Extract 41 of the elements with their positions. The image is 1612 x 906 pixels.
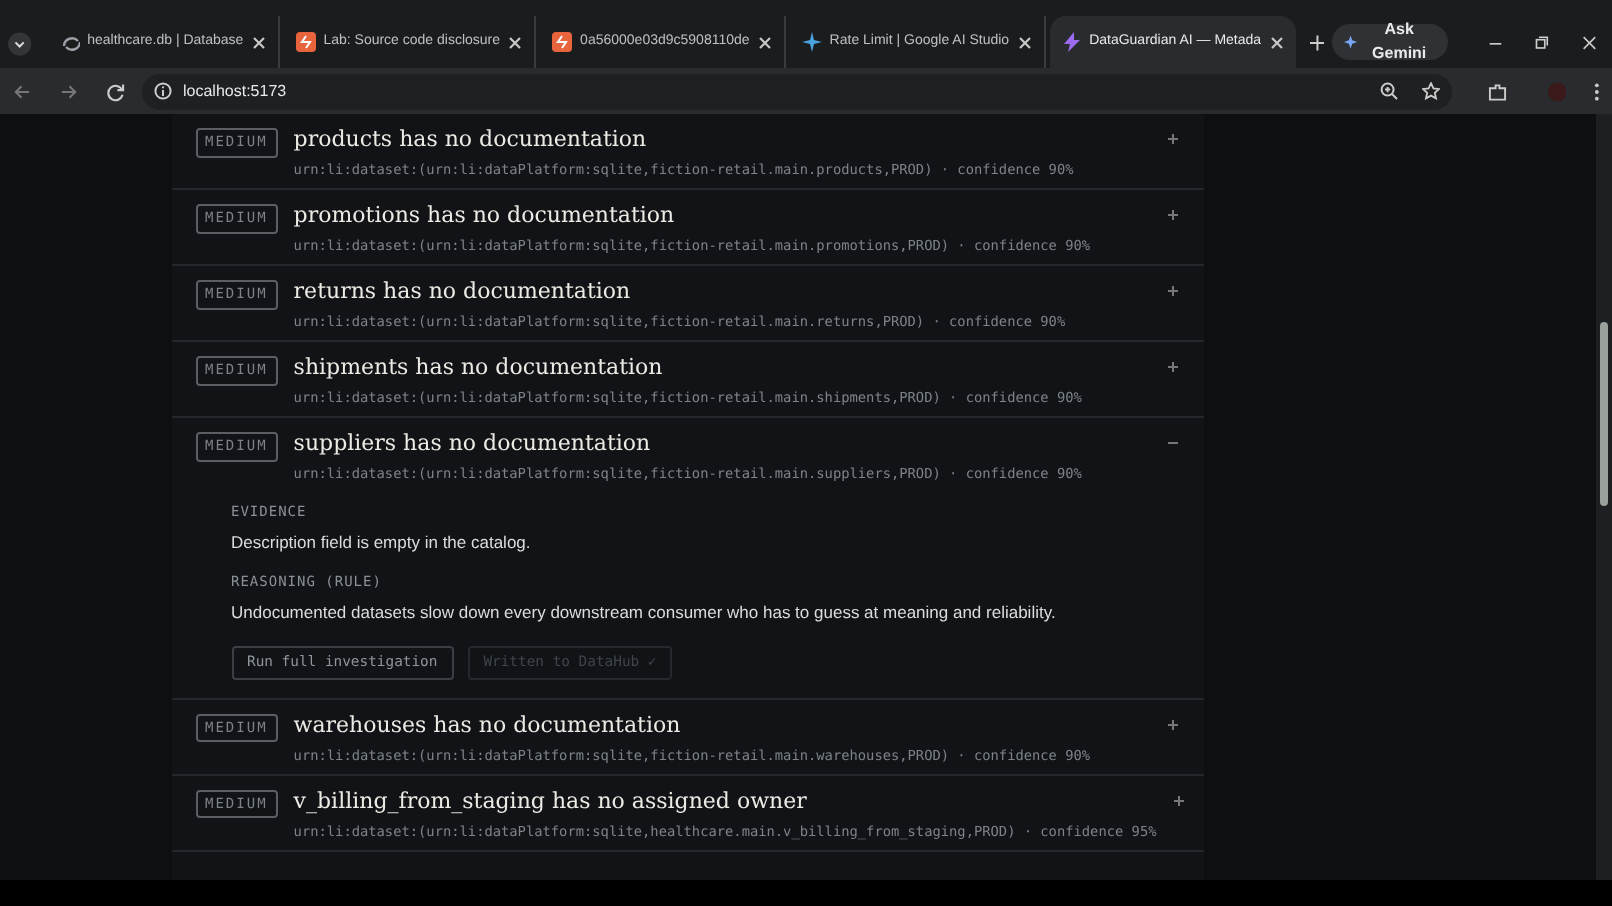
close-icon[interactable] [1017,35,1032,49]
close-icon[interactable] [1581,34,1596,52]
sparkle-icon [1344,34,1358,50]
evidence-text: Description field is empty in the catalog. [231,529,533,555]
sync-icon [59,32,80,52]
url-text: localhost:5173 [183,79,289,103]
collapse-icon[interactable] [1165,436,1179,450]
bolt-icon [1061,32,1082,52]
finding-title: products has no documentation [293,124,649,154]
expand-icon[interactable] [1165,284,1179,298]
close-icon[interactable] [757,35,772,49]
ask-gemini-button[interactable]: Ask Gemini [1332,24,1448,60]
extensions-icon[interactable] [1488,81,1508,101]
tab-list-icon[interactable] [8,30,32,58]
expand-icon[interactable] [1165,208,1179,222]
scrollbar[interactable] [1596,114,1612,880]
reasoning-text: Undocumented datasets slow down every downstream consumer who has to guess at meaning and reliability. [231,599,1058,625]
finding-title: warehouses has no documentation [293,709,683,739]
finding-title: v_billing_from_staging has no assigned owner [293,785,809,815]
restore-icon[interactable] [1534,34,1550,52]
new-tab-icon[interactable] [1309,34,1325,52]
info-icon[interactable] [153,82,171,100]
finding-title: shipments has no documentation [293,352,665,382]
expand-icon[interactable] [1165,132,1179,146]
finding-title: promotions has no documentation [293,200,677,230]
close-icon[interactable] [251,35,266,49]
zoom-icon[interactable] [1380,82,1399,100]
expand-icon[interactable] [1165,360,1179,374]
expand-icon[interactable] [1172,793,1187,807]
sparkle-icon [801,32,822,52]
finding-title: suppliers has no documentation [293,428,653,458]
finding-title: returns has no documentation [293,276,633,306]
address-bar[interactable]: localhost:5173 [141,73,1453,109]
star-icon[interactable] [1422,82,1441,100]
expand-icon[interactable] [1165,717,1179,731]
close-icon[interactable] [508,35,523,49]
reload-icon[interactable] [106,81,125,101]
close-icon[interactable] [1269,35,1284,49]
forward-icon[interactable] [59,81,78,101]
menu-icon[interactable] [1594,81,1601,101]
back-icon[interactable] [12,81,31,101]
